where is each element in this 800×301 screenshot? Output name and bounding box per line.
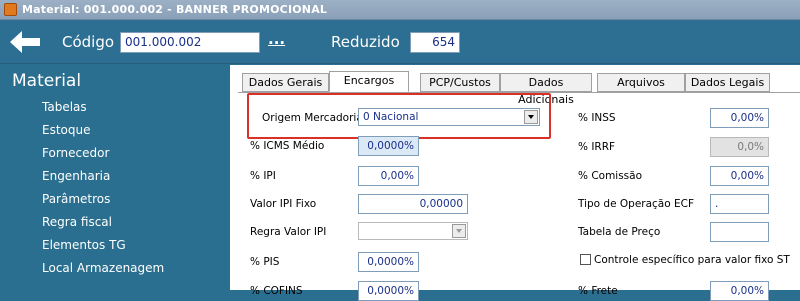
tab-dados-gerais[interactable]: Dados Gerais [242,73,329,92]
cofins-label: % COFINS [250,285,303,297]
controle-st-label: Controle específico para valor fixo ST [594,254,790,266]
window-title: Material: 001.000.002 - BANNER PROMOCION… [22,3,328,16]
lookup-button[interactable]: ... [268,30,285,48]
comissao-label: % Comissão [578,170,643,182]
irrf-input[interactable]: 0,0% [710,137,769,157]
window-titlebar: Material: 001.000.002 - BANNER PROMOCION… [0,0,800,20]
sidebar-item-local-armazenagem[interactable]: Local Armazenagem [42,261,164,275]
sidebar-item-elementos-tg[interactable]: Elementos TG [42,238,126,252]
sidebar-item-regra-fiscal[interactable]: Regra fiscal [42,215,112,229]
tabela-preco-input[interactable] [710,222,769,242]
back-arrow-icon[interactable] [8,29,42,55]
chevron-down-icon[interactable] [452,224,466,238]
tabela-preco-label: Tabela de Preço [578,226,661,238]
frete-label: % Frete [578,285,618,297]
irrf-label: % IRRF [578,141,616,153]
tab-encargos[interactable]: Encargos [329,71,409,92]
tipo-ecf-input[interactable]: . [710,194,769,214]
ipi-fixo-input[interactable]: 0,00000 [358,194,468,214]
ipi-input[interactable]: 0,00% [358,166,419,186]
tab-arquivos[interactable]: Arquivos [597,73,685,92]
reduzido-label: Reduzido [331,33,400,51]
origem-select[interactable]: 0 Nacional [358,108,540,126]
sidebar: Material Tabelas Estoque Fornecedor Enge… [0,65,230,290]
sidebar-item-parametros[interactable]: Parâmetros [42,192,110,206]
tipo-ecf-label: Tipo de Operação ECF [578,198,695,210]
main-panel: Dados Gerais Encargos PCP/Custos Dados A… [230,65,800,301]
icms-label: % ICMS Médio [250,140,325,152]
cofins-input[interactable]: 0,0000% [358,281,419,301]
regra-ipi-label: Regra Valor IPI [250,226,327,238]
origem-value: 0 Nacional [363,111,419,123]
icms-input[interactable]: 0,0000% [358,136,419,156]
codigo-input[interactable]: 001.000.002 [120,32,260,53]
codigo-label: Código [62,33,115,51]
comissao-input[interactable]: 0,00% [710,166,769,186]
sidebar-item-estoque[interactable]: Estoque [42,123,91,137]
tab-dados-legais[interactable]: Dados Legais [685,73,770,92]
sidebar-item-tabelas[interactable]: Tabelas [42,100,87,114]
controle-st-checkbox[interactable] [580,254,591,265]
record-header: Código 001.000.002 ... Reduzido 654 [0,20,800,64]
inss-label: % INSS [578,112,616,124]
tab-pcp-custos[interactable]: PCP/Custos [420,73,500,92]
ipi-fixo-label: Valor IPI Fixo [250,198,317,210]
inss-input[interactable]: 0,00% [710,108,769,128]
sidebar-title: Material [12,71,82,91]
app-icon [4,3,17,16]
frete-input[interactable]: 0,00% [710,281,769,301]
sidebar-item-fornecedor[interactable]: Fornecedor [42,146,109,160]
tab-dados-adicionais[interactable]: Dados Adicionais [500,73,592,106]
pis-input[interactable]: 0,0000% [358,252,419,272]
regra-ipi-select[interactable] [358,222,468,240]
chevron-down-icon[interactable] [524,110,538,124]
ipi-label: % IPI [250,170,276,182]
origem-label: Origem Mercadoria [262,112,363,124]
reduzido-input[interactable]: 654 [410,32,460,53]
pis-label: % PIS [250,256,280,268]
sidebar-item-engenharia[interactable]: Engenharia [42,169,110,183]
